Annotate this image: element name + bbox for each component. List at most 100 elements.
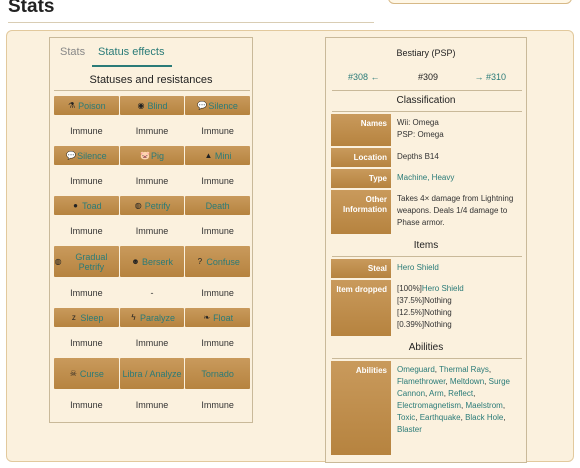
heading-divider [8, 22, 374, 23]
tab-bar: Stats Status effects [50, 38, 252, 68]
ability-link[interactable]: Electromagnetism [397, 401, 461, 410]
status-libra-analyze[interactable]: Libra / Analyze [119, 358, 185, 389]
status-confuse[interactable]: ? Confuse [185, 246, 251, 277]
classification-heading: Classification [396, 95, 456, 106]
status-toad[interactable]: ● Toad [54, 196, 119, 215]
berserk-icon: ☻ [131, 257, 140, 266]
status-float[interactable]: ❧ Float [185, 308, 251, 327]
drop-chance: [37.5%] [397, 296, 425, 305]
resistance-value: Immune [135, 225, 169, 236]
ability-link[interactable]: Toxic [397, 413, 415, 422]
drop-item[interactable]: Hero Shield [422, 284, 464, 293]
status-death[interactable]: Death [185, 196, 251, 215]
ability-link[interactable]: Reflect [448, 389, 473, 398]
drop-chance: [12.5%] [397, 308, 425, 317]
status-silence[interactable]: 💬 Silence [54, 146, 119, 165]
ability-link[interactable]: Meltdown [450, 377, 484, 386]
paralyze-icon: ϟ [131, 313, 136, 322]
status-row: ⚗ Poison ◉ Blind 💬 Silence [54, 96, 251, 115]
status-label: Petrify [144, 200, 171, 211]
drop-chance: [0.39%] [397, 320, 425, 329]
ability-link[interactable]: Thermal Rays [439, 365, 489, 374]
drop-entry: [37.5%]Nothing [397, 295, 523, 307]
status-label: Libra / Analyze [122, 368, 182, 379]
item-dropped-row: Item dropped [100%]Hero Shield [37.5%]Not… [331, 280, 523, 336]
status-label: Gradual Petrify [75, 251, 108, 272]
drop-item: Nothing [424, 320, 452, 329]
resistance-row: Immune Immune Immune [54, 115, 250, 146]
ability-link[interactable]: Earthquake [420, 413, 461, 422]
items-divider [332, 256, 522, 257]
drop-entry: [100%]Hero Shield [397, 283, 523, 295]
status-petrify[interactable]: ◍ Petrify [119, 196, 185, 215]
next-entry-link[interactable]: → #310 [474, 72, 506, 82]
location-row: Location Depths B14 [331, 148, 523, 167]
status-label: Curse [79, 368, 104, 379]
status-curse[interactable]: ☠ Curse [54, 358, 119, 389]
status-pig[interactable]: 🐷 Pig [119, 146, 185, 165]
silence-icon: 💬 [66, 151, 77, 160]
tab-status-effects[interactable]: Status effects [98, 46, 164, 58]
status-sleep[interactable]: z Sleep [54, 308, 119, 327]
status-label: Float [213, 312, 234, 323]
gradual-petrify-icon: ◍ [54, 257, 62, 266]
resistance-value: Immune [135, 175, 169, 186]
ability-link[interactable]: Blaster [397, 425, 422, 434]
status-tornado[interactable]: Tornado [185, 358, 251, 389]
confuse-icon: ? [197, 257, 203, 266]
ability-link[interactable]: Omeguard [397, 365, 435, 374]
ability-link[interactable]: Maelstrom [465, 401, 502, 410]
drop-entry: [12.5%]Nothing [397, 307, 523, 319]
sleep-icon: z [71, 313, 76, 322]
status-blind[interactable]: ◉ Blind [119, 96, 185, 115]
status-label: Blind [147, 100, 168, 111]
status-row: ☠ Curse Libra / Analyze Tornado [54, 358, 251, 389]
items-heading: Items [413, 240, 439, 251]
steal-value[interactable]: Hero Shield [397, 262, 523, 274]
type-value[interactable]: Machine, Heavy [397, 172, 523, 184]
resistance-row: Immune Immune Immune [54, 215, 250, 246]
status-row: 💬 Silence 🐷 Pig ▲ Mini [54, 146, 251, 165]
bestiary-panel: Bestiary (PSP) #308 ← #309 → #310 Classi… [325, 37, 527, 463]
item-dropped-label: Item dropped [331, 280, 391, 336]
status-gradual-petrify[interactable]: ◍ Gradual Petrify [54, 246, 119, 277]
status-label: Poison [78, 100, 106, 111]
names-wii: Wii: Omega [397, 118, 439, 127]
status-label: Pig [151, 150, 165, 161]
status-poison[interactable]: ⚗ Poison [54, 96, 119, 115]
resistance-row: Immune - Immune [54, 277, 250, 308]
ability-link[interactable]: Flamethrower [397, 377, 445, 386]
status-mini[interactable]: ▲ Mini [185, 146, 251, 165]
tab-stats[interactable]: Stats [60, 46, 85, 58]
blind-icon: ◉ [137, 101, 145, 110]
navigation-divider [332, 90, 522, 91]
abilities-label: Abilities [331, 361, 391, 455]
resistance-value: Immune [201, 287, 234, 298]
item-dropped-list: [100%]Hero Shield [37.5%]Nothing [12.5%]No… [397, 283, 523, 331]
names-psp: PSP: Omega [397, 130, 444, 139]
abilities-heading: Abilities [408, 342, 444, 353]
abilities-divider [332, 358, 522, 359]
resistance-value: Immune [70, 225, 103, 236]
status-label: Death [205, 200, 230, 211]
active-tab-indicator [92, 65, 172, 67]
resistance-value: Immune [70, 287, 103, 298]
steal-row: Steal Hero Shield [331, 259, 523, 278]
status-label: Paralyze [140, 312, 176, 323]
ability-link[interactable]: Black Hole [465, 413, 503, 422]
pig-icon: 🐷 [140, 151, 150, 160]
status-row: ● Toad ◍ Petrify Death [54, 196, 251, 215]
petrify-icon: ◍ [134, 201, 142, 210]
toad-icon: ● [73, 201, 78, 210]
status-berserk[interactable]: ☻ Berserk [119, 246, 185, 277]
names-label: Names [331, 114, 391, 146]
resistance-value: Immune [135, 399, 169, 410]
status-silence[interactable]: 💬 Silence [185, 96, 251, 115]
bestiary-navigation: #308 ← #309 → #310 [334, 72, 520, 86]
float-icon: ❧ [203, 313, 211, 322]
status-paralyze[interactable]: ϟ Paralyze [119, 308, 185, 327]
previous-entry-link[interactable]: #308 ← [348, 72, 380, 82]
resistance-value: Immune [70, 337, 103, 348]
ability-link[interactable]: Arm [429, 389, 444, 398]
bestiary-title: Bestiary (PSP) [396, 48, 456, 58]
